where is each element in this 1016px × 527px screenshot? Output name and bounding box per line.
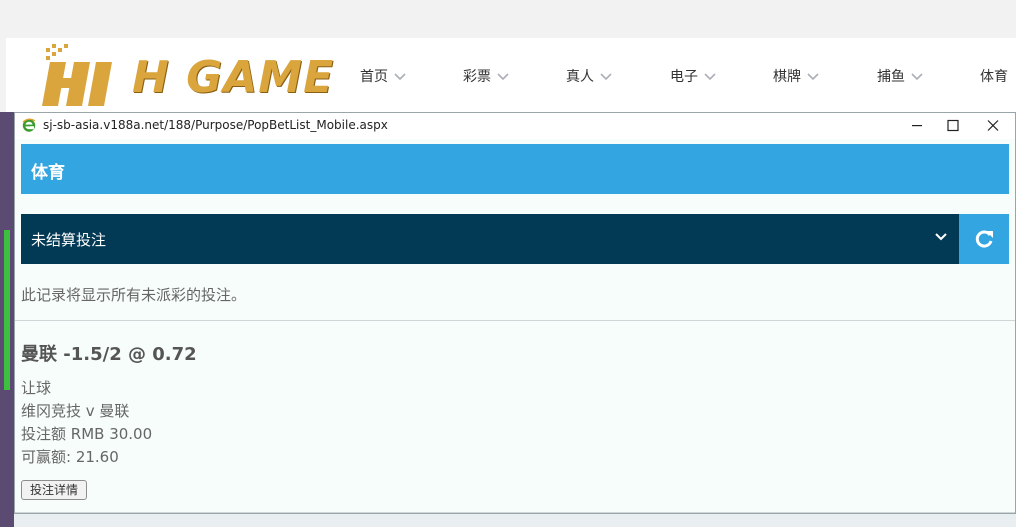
bet-to-win: 可赢额: 21.60 xyxy=(21,448,119,466)
bet-details-button[interactable]: 投注详情 xyxy=(21,480,88,500)
chevron-down-icon xyxy=(497,73,509,81)
divider xyxy=(15,320,1015,321)
nav-item-label: 首页 xyxy=(360,69,388,85)
minimize-button[interactable] xyxy=(897,113,937,139)
nav-item-sports[interactable]: 体育 xyxy=(980,66,1008,86)
minimize-icon xyxy=(912,125,922,127)
window-titlebar[interactable]: sj-sb-asia.v188a.net/188/Purpose/PopBetL… xyxy=(15,113,1015,139)
nav-item-label: 棋牌 xyxy=(773,69,801,85)
window-url: sj-sb-asia.v188a.net/188/Purpose/PopBetL… xyxy=(43,118,388,132)
close-icon xyxy=(987,120,999,131)
ie-icon xyxy=(22,118,36,132)
maximize-icon xyxy=(947,119,959,132)
nav-item-live[interactable]: 真人 xyxy=(566,66,612,86)
refresh-icon xyxy=(975,230,993,248)
sports-header-bar: 体育 xyxy=(21,144,1009,194)
chevron-down-icon xyxy=(704,73,716,81)
bet-stake: 投注额 RMB 30.00 xyxy=(21,425,153,443)
nav-item-lottery[interactable]: 彩票 xyxy=(463,66,509,86)
refresh-button[interactable] xyxy=(959,214,1009,264)
nav-item-label: 真人 xyxy=(566,69,594,85)
nav-item-fishing[interactable]: 捕鱼 xyxy=(877,66,923,86)
nav-item-label: 捕鱼 xyxy=(877,69,905,85)
chevron-down-icon xyxy=(935,233,947,241)
bet-match: 维冈竞技 v 曼联 xyxy=(21,402,130,420)
logo-text: H GAME xyxy=(132,52,335,103)
chevron-down-icon xyxy=(600,73,612,81)
background-bottom-strip xyxy=(14,514,1016,527)
site-header: H GAME 首页 彩票 真人 电子 棋牌 捕鱼 体育 xyxy=(6,38,1016,112)
bet-list-popup-window: sj-sb-asia.v188a.net/188/Purpose/PopBetL… xyxy=(14,112,1016,514)
chevron-down-icon xyxy=(394,73,406,81)
nav-item-home[interactable]: 首页 xyxy=(360,66,406,86)
chevron-down-icon xyxy=(911,73,923,81)
divider xyxy=(15,512,1015,513)
bet-status-selected-value: 未结算投注 xyxy=(31,231,107,249)
bet-status-select[interactable]: 未结算投注 xyxy=(21,214,959,264)
site-logo[interactable]: H GAME xyxy=(40,42,333,108)
close-button[interactable] xyxy=(973,113,1013,139)
maximize-button[interactable] xyxy=(933,113,973,139)
sports-header-title: 体育 xyxy=(31,163,65,183)
nav-item-label: 彩票 xyxy=(463,69,491,85)
background-image-edge xyxy=(0,112,14,527)
nav-item-cards[interactable]: 棋牌 xyxy=(773,66,819,86)
description-text: 此记录将显示所有未派彩的投注。 xyxy=(21,286,247,304)
background-green-strip xyxy=(4,230,10,390)
nav-item-slots[interactable]: 电子 xyxy=(670,66,716,86)
chevron-down-icon xyxy=(807,73,819,81)
bet-type: 让球 xyxy=(21,379,52,397)
nav-item-label: 体育 xyxy=(980,69,1008,85)
nav-item-label: 电子 xyxy=(670,69,698,85)
bet-selection-title: 曼联 -1.5/2 @ 0.72 xyxy=(21,344,197,365)
browser-top-strip xyxy=(0,0,1016,38)
